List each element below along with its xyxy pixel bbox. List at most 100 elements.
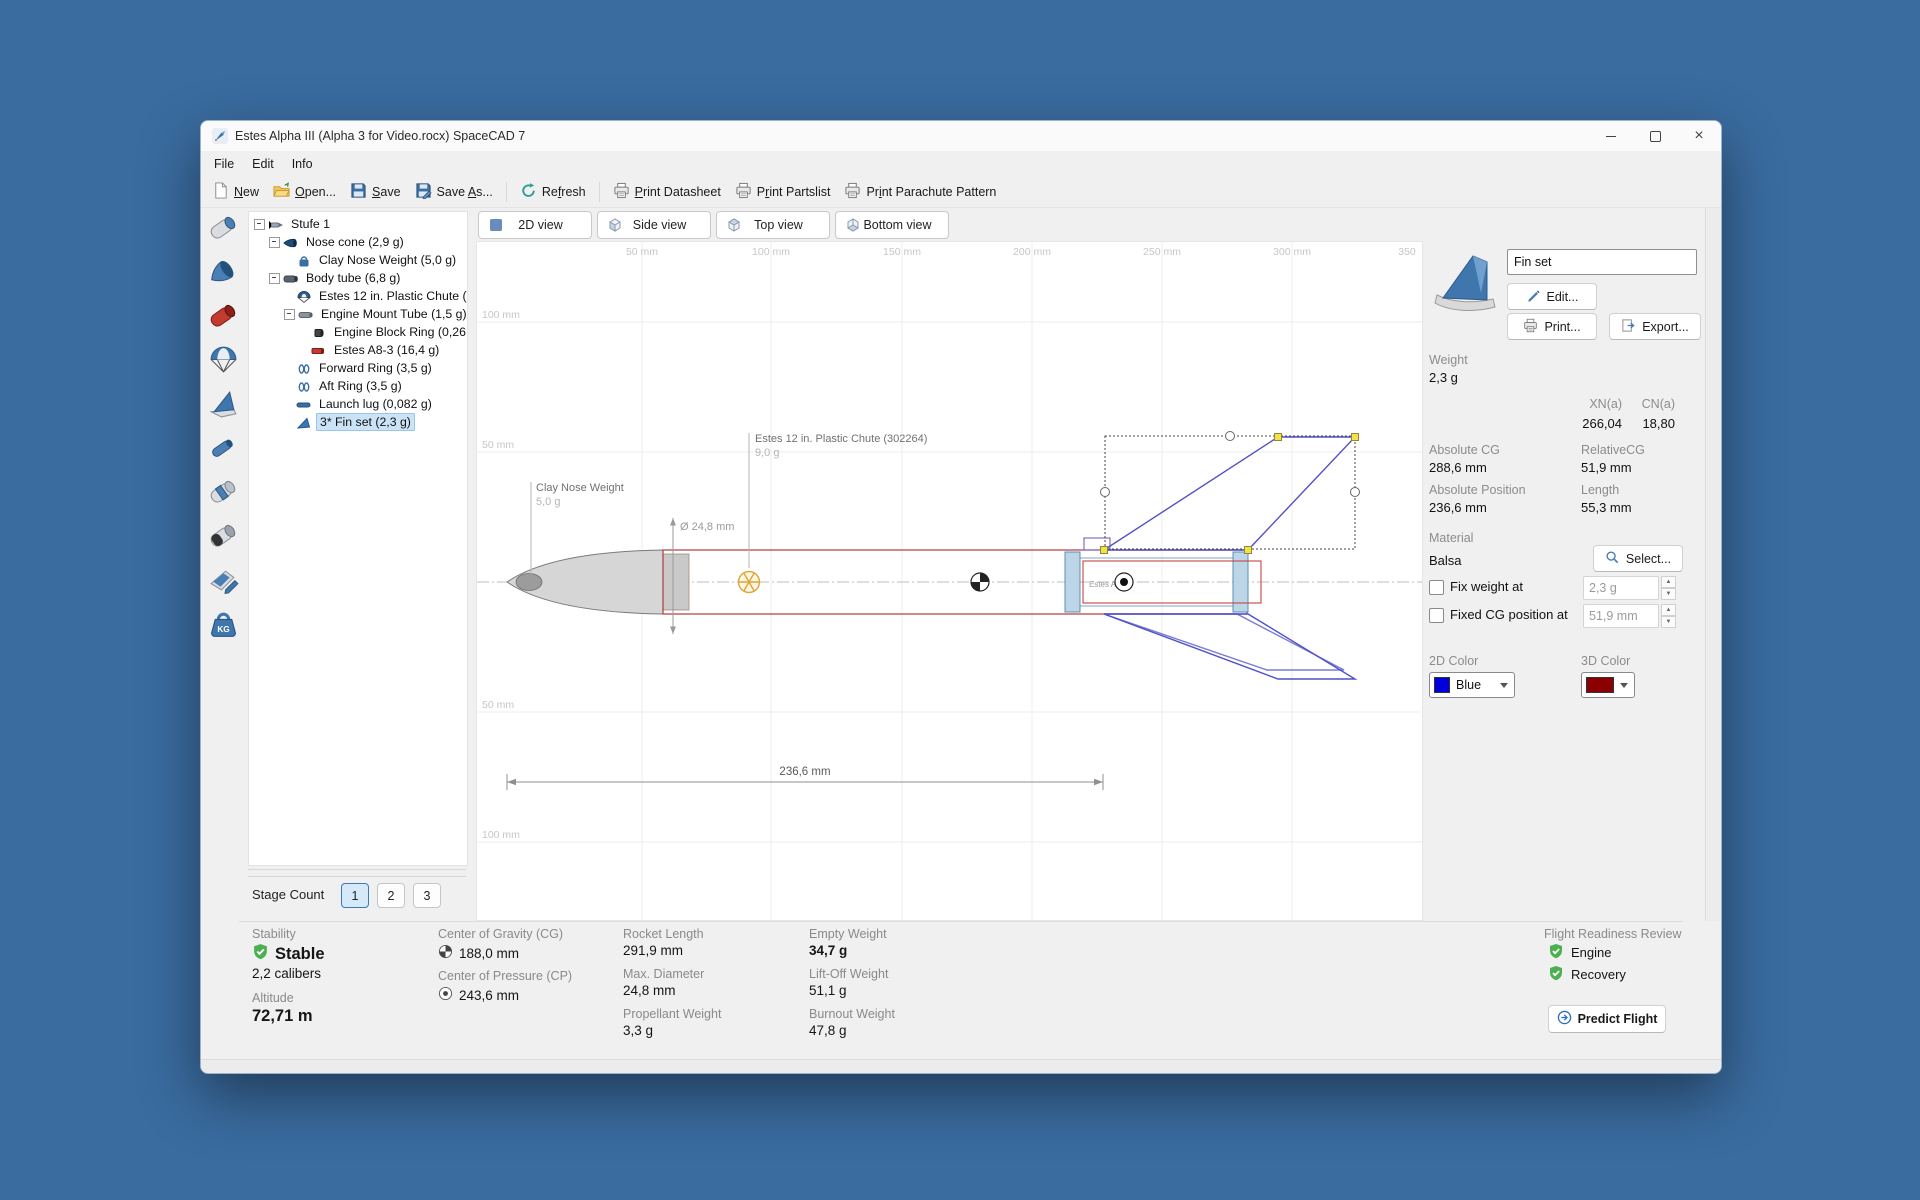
horizontal-scrollbar[interactable] — [201, 1059, 1721, 1074]
tree-item-stufe-1[interactable]: Stufe 1 — [249, 215, 467, 233]
minimize-button[interactable] — [1589, 121, 1633, 151]
view-button-bottom-view[interactable]: Bottom view — [835, 211, 949, 239]
view-button-2d-view[interactable]: 2D view — [478, 211, 592, 239]
palette-engine-icon[interactable] — [207, 519, 240, 552]
altitude-value: 72,71 m — [252, 1007, 313, 1026]
tree-item-label: Engine Mount Tube (1,5 g) — [318, 306, 468, 322]
predict-flight-button[interactable]: Predict Flight — [1548, 1005, 1666, 1033]
palette-body-tube-icon[interactable] — [207, 211, 240, 244]
fix-weight-input[interactable] — [1583, 576, 1659, 600]
menu-info[interactable]: Info — [283, 153, 322, 175]
palette-launch-lug-icon[interactable] — [207, 431, 240, 464]
tree-item-label: Engine Block Ring (0,26 — [331, 324, 468, 340]
clay-weight-icon — [296, 254, 313, 266]
material-select-button[interactable]: Select... — [1593, 545, 1683, 572]
tree-item-engine-mount-tube-1-5-g[interactable]: Engine Mount Tube (1,5 g) — [249, 305, 467, 323]
palette-weight-icon[interactable]: KG — [207, 607, 240, 640]
menu-file[interactable]: File — [205, 153, 243, 175]
shield-check-icon — [252, 943, 269, 965]
view-button-top-view[interactable]: Top view — [716, 211, 830, 239]
palette-nose-cone-icon[interactable] — [207, 255, 240, 288]
fix-weight-checkbox[interactable] — [1429, 580, 1444, 595]
close-button[interactable]: × — [1677, 121, 1721, 151]
app-window: Estes Alpha III (Alpha 3 for Video.rocx)… — [200, 120, 1722, 1074]
centering-ring-icon — [296, 380, 313, 392]
length-value: 55,3 mm — [1581, 500, 1632, 515]
body-tube-icon — [283, 272, 300, 284]
tree-expander-icon[interactable] — [254, 219, 265, 230]
component-tree[interactable]: Stufe 1Nose cone (2,9 g)Clay Nose Weight… — [248, 211, 468, 866]
tree-splitter[interactable] — [248, 869, 466, 870]
fixed-cg-checkbox[interactable] — [1429, 608, 1444, 623]
open-button[interactable]: Open... — [266, 179, 343, 205]
palette-parachute-icon[interactable] — [207, 343, 240, 376]
printer-icon — [844, 182, 861, 202]
color-3d-dropdown[interactable] — [1581, 672, 1635, 698]
print-datasheet-button[interactable]: Print Datasheet — [606, 179, 728, 205]
edit-button[interactable]: Edit... — [1507, 283, 1597, 310]
color-3d-swatch — [1586, 677, 1614, 693]
title-bar[interactable]: Estes Alpha III (Alpha 3 for Video.rocx)… — [201, 121, 1721, 151]
ruler-label: 350 — [1398, 246, 1416, 258]
tree-expander-icon[interactable] — [284, 309, 295, 320]
window-title: Estes Alpha III (Alpha 3 for Video.rocx)… — [235, 121, 525, 151]
color-2d-dropdown[interactable]: Blue — [1429, 672, 1515, 698]
app-logo-icon — [212, 128, 228, 144]
fixed-cg-input[interactable] — [1583, 604, 1659, 628]
svg-text:Estes 12 in. Plastic Chute (30: Estes 12 in. Plastic Chute (302264) — [755, 433, 927, 445]
refresh-button[interactable]: Refresh — [513, 179, 593, 205]
forward-ring-shape[interactable] — [1065, 552, 1080, 612]
parachute-marker[interactable] — [739, 572, 760, 593]
export-button[interactable]: Export... — [1609, 313, 1701, 340]
tree-item-estes-a8-3-16-4-g[interactable]: Estes A8-3 (16,4 g) — [249, 341, 467, 359]
save-as-icon — [415, 182, 432, 202]
selection-handles[interactable] — [1101, 432, 1360, 554]
stage-count-3-button[interactable]: 3 — [413, 883, 441, 908]
stage-icon — [268, 218, 285, 230]
tree-item-clay-nose-weight-5-0-g[interactable]: Clay Nose Weight (5,0 g) — [249, 251, 467, 269]
palette-engine-tube-icon[interactable] — [207, 299, 240, 332]
fixed-cg-spinner[interactable]: ▲▼ — [1661, 604, 1676, 628]
cg-label: Center of Gravity (CG) — [438, 927, 563, 941]
print-button[interactable]: Print... — [1507, 313, 1597, 340]
2d-view-icon — [488, 217, 504, 233]
menu-edit[interactable]: Edit — [243, 153, 283, 175]
tree-item-launch-lug-0-082-g[interactable]: Launch lug (0,082 g) — [249, 395, 467, 413]
stage-count-1-button[interactable]: 1 — [341, 883, 369, 908]
clay-nose-weight-shape[interactable] — [516, 574, 542, 591]
save-button[interactable]: Save — [343, 179, 408, 205]
tree-item-3-fin-set-2-3-g[interactable]: 3* Fin set (2,3 g) — [249, 413, 467, 431]
tree-item-estes-12-in-plastic-chute-3[interactable]: Estes 12 in. Plastic Chute (3 — [249, 287, 467, 305]
select-button-label: Select... — [1626, 552, 1671, 566]
tree-item-nose-cone-2-9-g[interactable]: Nose cone (2,9 g) — [249, 233, 467, 251]
vertical-scrollbar[interactable] — [1705, 208, 1721, 921]
print-parachute-pattern-button[interactable]: Print Parachute Pattern — [837, 179, 1003, 205]
tree-splitter-line — [248, 876, 466, 877]
rocket-length-value: 291,9 mm — [623, 943, 683, 958]
new-button[interactable]: New — [205, 179, 266, 205]
save-as-button[interactable]: Save As... — [408, 179, 500, 205]
toolbar-button-label: New — [234, 185, 259, 199]
nose-cone-shoulder[interactable] — [663, 554, 689, 610]
palette-fin-icon[interactable] — [207, 387, 240, 420]
tree-item-forward-ring-3-5-g[interactable]: Forward Ring (3,5 g) — [249, 359, 467, 377]
view-button-side-view[interactable]: Side view — [597, 211, 711, 239]
tree-item-engine-block-ring-0-26[interactable]: Engine Block Ring (0,26 — [249, 323, 467, 341]
stage-count-2-button[interactable]: 2 — [377, 883, 405, 908]
tree-item-aft-ring-3-5-g[interactable]: Aft Ring (3,5 g) — [249, 377, 467, 395]
palette-custom-fin-icon[interactable] — [207, 563, 240, 596]
tree-expander-icon[interactable] — [269, 273, 280, 284]
tree-item-body-tube-6-8-g[interactable]: Body tube (6,8 g) — [249, 269, 467, 287]
color-2d-label: 2D Color — [1429, 654, 1478, 668]
frr-label: Flight Readiness Review — [1544, 927, 1682, 941]
component-name-input[interactable] — [1507, 249, 1697, 275]
maximize-button[interactable] — [1633, 121, 1677, 151]
tree-expander-icon[interactable] — [269, 237, 280, 248]
design-canvas[interactable]: 50 mm 100 mm 150 mm 200 mm 250 mm 300 mm… — [476, 241, 1423, 921]
selection-marquee[interactable] — [1105, 436, 1355, 549]
ruler-label: 50 mm — [626, 246, 658, 258]
fix-weight-spinner[interactable]: ▲▼ — [1661, 576, 1676, 600]
palette-centering-ring-icon[interactable] — [207, 475, 240, 508]
print-partslist-button[interactable]: Print Partslist — [728, 179, 838, 205]
cube-side-icon — [607, 217, 623, 233]
